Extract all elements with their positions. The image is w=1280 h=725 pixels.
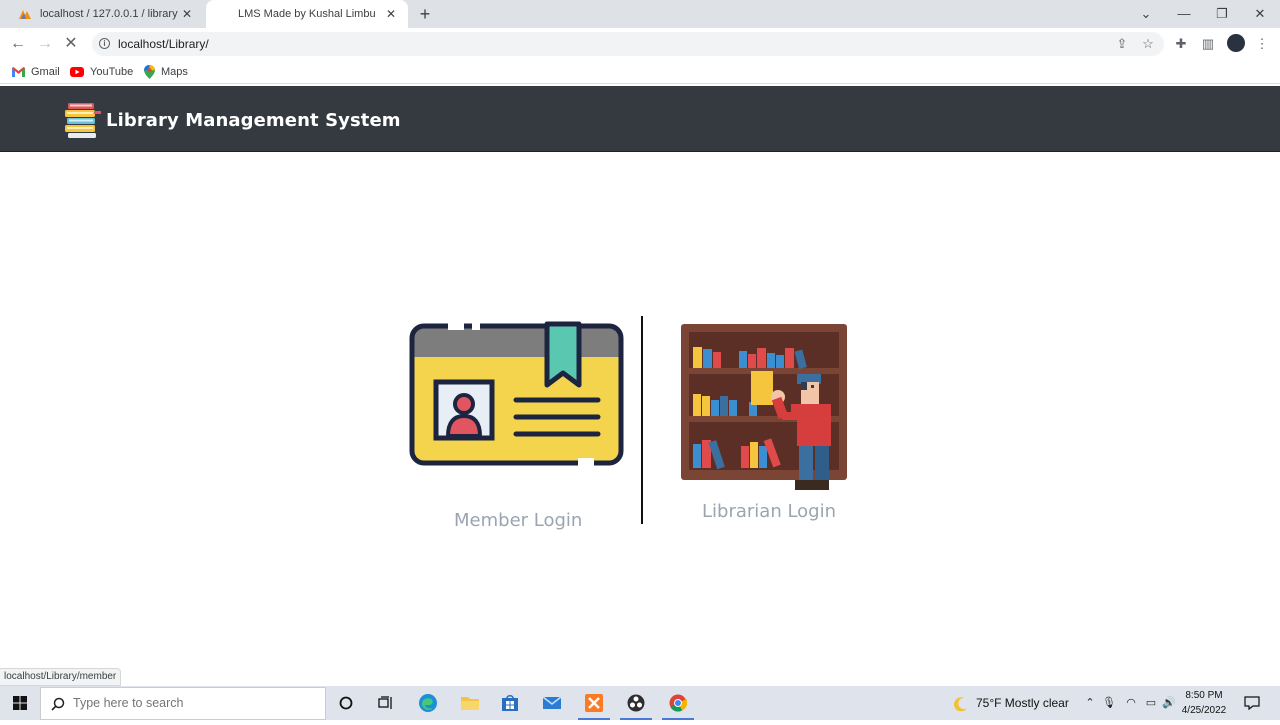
bookmark-youtube[interactable]: YouTube xyxy=(70,64,133,80)
moon-weather-icon xyxy=(954,697,967,712)
books-logo-icon xyxy=(65,103,101,138)
clock-time: 8:50 PM xyxy=(1185,690,1223,701)
tab-lms[interactable]: LMS Made by Kushal Limbu ✕ xyxy=(206,0,408,28)
weather-text[interactable]: 75°F Mostly clear xyxy=(976,696,1069,710)
taskbar-search-input[interactable] xyxy=(73,696,313,710)
microphone-icon[interactable]: 🎙 xyxy=(1102,696,1116,710)
librarian-login-label[interactable]: Librarian Login xyxy=(702,501,836,522)
notification-icon[interactable] xyxy=(1244,695,1260,711)
maps-icon xyxy=(144,65,155,79)
profile-avatar[interactable] xyxy=(1227,34,1245,52)
xampp-icon xyxy=(585,694,603,712)
taskbar-file-explorer[interactable] xyxy=(450,686,490,720)
bookmark-maps[interactable]: Maps xyxy=(144,64,188,80)
bookmark-star-icon[interactable]: ☆ xyxy=(1140,36,1156,52)
forward-button[interactable]: → xyxy=(35,34,55,54)
side-panel-icon[interactable]: ▥ xyxy=(1200,36,1216,52)
librarian-login-option[interactable]: Librarian Login xyxy=(679,320,851,528)
cortana-button[interactable] xyxy=(326,686,366,720)
tab-search-chevron-icon[interactable]: ⌄ xyxy=(1128,0,1164,28)
share-icon[interactable]: ⇪ xyxy=(1114,36,1130,52)
windows-taskbar: 75°F Mostly clear ⌃ 🎙 ◠ ▭ 🔊 8:50 PM 4/25… xyxy=(0,686,1280,720)
taskbar-edge[interactable] xyxy=(408,686,448,720)
volume-icon[interactable]: 🔊 xyxy=(1162,696,1176,710)
minimize-button[interactable]: — xyxy=(1166,0,1202,28)
task-view-icon xyxy=(378,696,392,709)
vertical-divider xyxy=(641,316,643,524)
bookmark-gmail[interactable]: Gmail xyxy=(12,64,60,80)
show-hidden-icons-chevron[interactable]: ⌃ xyxy=(1083,696,1097,710)
windows-logo-icon xyxy=(13,696,27,710)
store-icon xyxy=(502,695,518,711)
new-tab-button[interactable]: + xyxy=(416,5,434,23)
url-input[interactable] xyxy=(118,35,1078,53)
taskbar-xampp[interactable] xyxy=(574,686,614,720)
bookmark-label: Maps xyxy=(161,66,188,78)
restore-button[interactable]: ❐ xyxy=(1204,0,1240,28)
clock[interactable]: 8:50 PM 4/25/2022 xyxy=(1176,688,1232,718)
task-view-button[interactable] xyxy=(366,686,406,720)
obs-icon xyxy=(627,694,645,712)
tab-strip: localhost / 127.0.0.1 / library / m ✕ LM… xyxy=(0,0,1280,28)
bookmark-label: Gmail xyxy=(31,66,60,78)
address-bar[interactable]: i xyxy=(92,32,1164,56)
member-id-card-icon xyxy=(409,321,624,468)
brand-link[interactable]: Library Management System xyxy=(64,102,401,138)
battery-icon[interactable]: ▭ xyxy=(1144,696,1158,710)
browser-toolbar: ← → ✕ i ⇪ ☆ ✚ ▥ ⋮ xyxy=(0,28,1280,60)
youtube-icon xyxy=(70,67,84,77)
chrome-icon xyxy=(669,694,687,712)
taskbar-store[interactable] xyxy=(490,686,530,720)
blank-page-icon xyxy=(216,7,230,21)
member-login-option[interactable]: Member Login xyxy=(408,316,626,538)
site-navbar: Library Management System xyxy=(0,86,1280,152)
taskbar-chrome[interactable] xyxy=(658,686,698,720)
tab-phpmyadmin[interactable]: localhost / 127.0.0.1 / library / m ✕ xyxy=(8,0,204,28)
bookmarks-bar: Gmail YouTube Maps xyxy=(0,60,1280,84)
extensions-icon[interactable]: ✚ xyxy=(1173,36,1189,52)
stop-loading-button[interactable]: ✕ xyxy=(61,34,81,54)
taskbar-mail[interactable] xyxy=(532,686,572,720)
tab-title: LMS Made by Kushal Limbu xyxy=(238,8,376,20)
wifi-icon[interactable]: ◠ xyxy=(1124,696,1138,710)
menu-dots-icon[interactable]: ⋮ xyxy=(1254,36,1270,52)
member-login-label[interactable]: Member Login xyxy=(454,510,582,531)
site-info-icon[interactable]: i xyxy=(99,38,110,49)
start-button[interactable] xyxy=(0,686,40,720)
taskbar-search[interactable] xyxy=(40,687,326,720)
bookmark-label: YouTube xyxy=(90,66,134,78)
edge-icon xyxy=(419,694,437,712)
brand-title: Library Management System xyxy=(106,109,401,131)
librarian-bookshelf-icon xyxy=(681,324,847,490)
tab-close-icon[interactable]: ✕ xyxy=(384,7,398,21)
back-button[interactable]: ← xyxy=(8,34,28,54)
clock-date: 4/25/2022 xyxy=(1181,705,1227,716)
folder-icon xyxy=(461,697,479,710)
mail-icon xyxy=(542,696,562,709)
gmail-icon xyxy=(12,67,25,77)
search-icon xyxy=(51,697,65,711)
tab-title: localhost / 127.0.0.1 / library / m xyxy=(40,8,180,20)
cortana-icon xyxy=(339,696,353,710)
phpmyadmin-icon xyxy=(19,10,31,19)
close-window-button[interactable]: ✕ xyxy=(1242,0,1278,28)
tab-close-icon[interactable]: ✕ xyxy=(180,7,194,21)
link-status-bar: localhost/Library/member xyxy=(0,668,122,686)
taskbar-obs[interactable] xyxy=(616,686,656,720)
